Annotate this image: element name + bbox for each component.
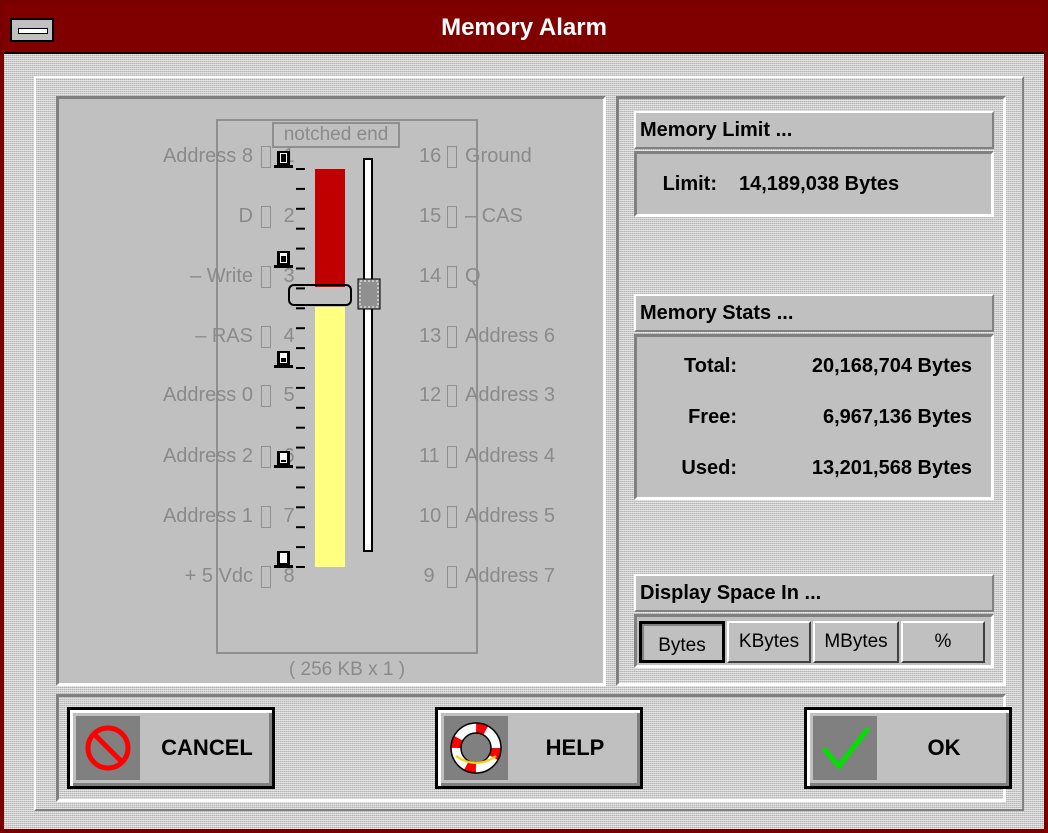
- cancel-button-label: CANCEL: [161, 735, 253, 760]
- dialog-frame: notched end Address 81 D2 – Write3 – RAS…: [34, 76, 1024, 811]
- slider-track: [363, 158, 373, 552]
- ok-button[interactable]: OK: [804, 707, 1012, 789]
- limit-value: 14,189,038 Bytes: [739, 173, 900, 195]
- units-percent-button[interactable]: %: [901, 621, 985, 663]
- stats-row-used: Used: 13,201,568 Bytes: [637, 453, 991, 483]
- title-bar[interactable]: Memory Alarm: [4, 4, 1044, 54]
- memory-stats-group: Memory Stats ... Total: 20,168,704 Bytes…: [634, 294, 994, 504]
- stats-label: Total:: [684, 355, 737, 377]
- fuel-half-icon: [274, 351, 293, 368]
- memory-gauge: [274, 151, 381, 568]
- stats-panel: Memory Limit ... Limit: 14,189,038 Bytes…: [616, 96, 1006, 686]
- ok-button-label: OK: [927, 735, 961, 760]
- help-button-label: HELP: [545, 735, 605, 760]
- stats-label: Used:: [681, 457, 737, 479]
- display-units-selector: Bytes KBytes MBytes %: [634, 614, 994, 668]
- used-memory-bar: [315, 169, 345, 287]
- fuel-empty-icon: [274, 551, 293, 568]
- no-entry-icon: [76, 716, 140, 780]
- help-button[interactable]: HELP: [435, 707, 643, 789]
- units-bytes-button[interactable]: Bytes: [639, 621, 725, 663]
- memory-alarm-window: Memory Alarm notched end Address 81 D2 –…: [0, 0, 1048, 833]
- checkmark-icon: [813, 716, 877, 780]
- memory-limit-header: Memory Limit ...: [634, 111, 994, 149]
- gauge-ticks: [296, 168, 305, 568]
- memory-stats-body: Total: 20,168,704 Bytes Free: 6,967,136 …: [634, 334, 994, 500]
- cancel-button[interactable]: CANCEL: [67, 707, 275, 789]
- life-preserver-icon: [444, 716, 508, 780]
- chip-spec-label: ( 256 KB x 1 ): [288, 659, 406, 680]
- display-space-header: Display Space In ...: [634, 574, 994, 612]
- stats-value: 13,201,568 Bytes: [811, 457, 972, 479]
- free-memory-bar: [315, 307, 345, 567]
- limit-label: Limit:: [662, 173, 717, 195]
- stats-value: 20,168,704 Bytes: [811, 355, 972, 377]
- fuel-full-icon: [274, 151, 293, 168]
- stats-label: Free:: [688, 406, 737, 428]
- memory-stats-header: Memory Stats ...: [634, 294, 994, 332]
- fuel-three-quarter-icon: [274, 251, 293, 268]
- stats-value: 6,967,136 Bytes: [822, 406, 972, 428]
- button-bar: CANCEL HELP OK: [56, 694, 1012, 802]
- window-title: Memory Alarm: [441, 14, 607, 41]
- memory-limit-group: Memory Limit ... Limit: 14,189,038 Bytes: [634, 111, 994, 219]
- stats-row-total: Total: 20,168,704 Bytes: [637, 351, 991, 381]
- stats-row-free: Free: 6,967,136 Bytes: [637, 402, 991, 432]
- client-area: notched end Address 81 D2 – Write3 – RAS…: [4, 54, 1044, 829]
- memory-limit-body: Limit: 14,189,038 Bytes: [634, 151, 994, 217]
- limit-slider-thumb[interactable]: [357, 278, 381, 310]
- fuel-quarter-icon: [274, 451, 293, 468]
- display-space-group: Display Space In ... Bytes KBytes MBytes…: [634, 574, 994, 670]
- limit-row: Limit: 14,189,038 Bytes: [637, 169, 991, 199]
- memory-chip-panel: notched end Address 81 D2 – Write3 – RAS…: [56, 96, 606, 686]
- units-mbytes-button[interactable]: MBytes: [813, 621, 899, 663]
- units-kbytes-button[interactable]: KBytes: [727, 621, 811, 663]
